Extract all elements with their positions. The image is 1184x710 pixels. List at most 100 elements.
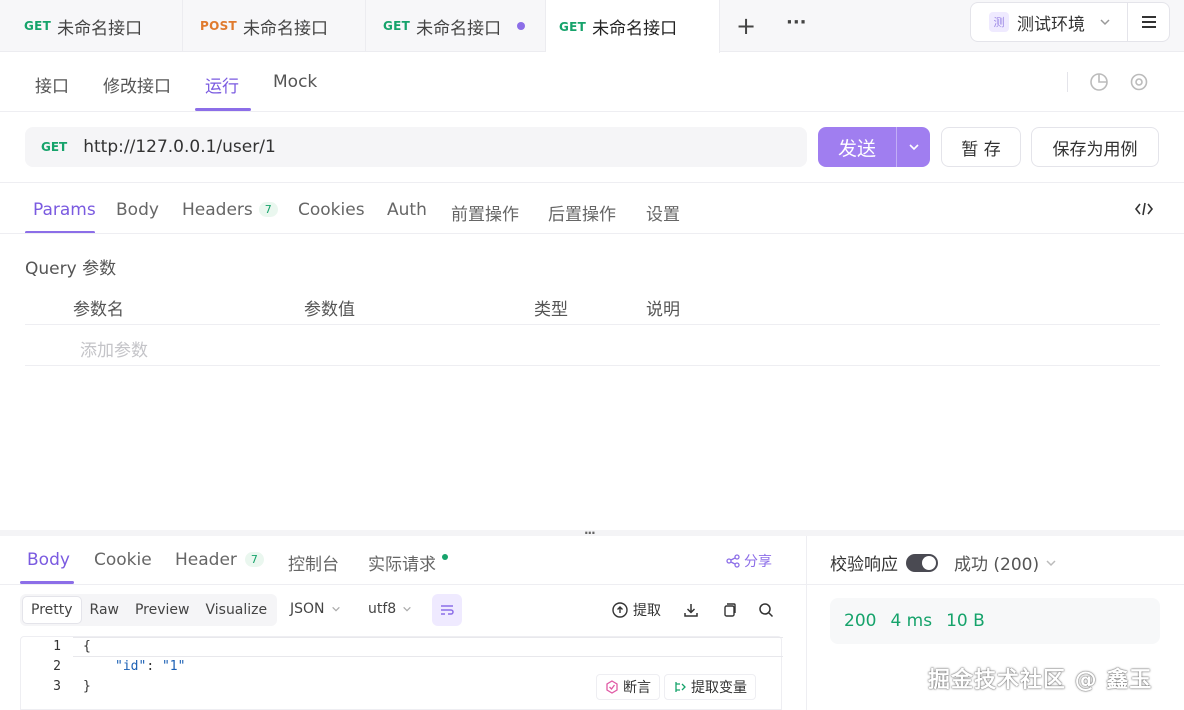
status-label: 成功 (200)	[954, 555, 1040, 575]
validate-label: 校验响应	[830, 555, 898, 575]
response-tab-console[interactable]: 控制台	[288, 550, 339, 575]
language-select[interactable]: JSON	[290, 601, 341, 617]
share-label: 分享	[744, 554, 772, 570]
new-tab-button[interactable]: +	[736, 12, 756, 40]
request-tab-1[interactable]: GET 未命名接口	[0, 0, 183, 52]
chevron-down-icon	[1100, 19, 1110, 26]
extract-variable-button[interactable]: 提取变量	[664, 674, 756, 700]
format-pretty[interactable]: Pretty	[22, 596, 82, 624]
headers-count-badge: 7	[258, 202, 278, 217]
upload-circle-icon	[612, 602, 628, 618]
code-line: }	[83, 679, 91, 694]
assert-label: 断言	[623, 680, 651, 696]
method-label: GET	[383, 19, 411, 33]
tab-post-operations[interactable]: 后置操作	[548, 200, 616, 225]
method-label: POST	[200, 19, 238, 33]
divider	[0, 584, 806, 585]
download-icon	[684, 604, 698, 617]
response-tab-header[interactable]: Header 7	[175, 550, 264, 570]
response-status-select[interactable]: 成功 (200)	[954, 550, 1057, 575]
response-time: 4 ms	[890, 611, 933, 631]
url-method[interactable]: GET	[41, 140, 67, 154]
assert-button[interactable]: 断言	[596, 674, 660, 700]
method-label: GET	[559, 19, 587, 34]
response-header-count: 7	[244, 552, 264, 567]
assert-icon	[606, 680, 618, 694]
column-param-name: 参数名	[73, 300, 124, 320]
environment-name: 测试环境	[1017, 14, 1085, 35]
save-as-case-button[interactable]: 保存为用例	[1031, 127, 1159, 167]
encoding-select[interactable]: utf8	[368, 601, 412, 617]
json-value: "1"	[161, 659, 186, 674]
request-tab-title: 未命名接口	[243, 18, 329, 39]
response-tab-header-label: Header	[175, 550, 237, 570]
request-tab-4-active[interactable]: GET 未命名接口	[546, 0, 720, 53]
history-icon[interactable]	[1089, 72, 1109, 92]
table-divider	[25, 365, 1160, 366]
format-switch: Pretty Raw Preview Visualize	[20, 594, 278, 626]
toolbar-divider	[1067, 72, 1068, 92]
subtab-edit[interactable]: 修改接口	[103, 72, 171, 97]
download-button[interactable]	[681, 600, 701, 620]
format-raw[interactable]: Raw	[82, 596, 127, 624]
request-tab-3[interactable]: GET 未命名接口	[366, 0, 546, 52]
tab-params[interactable]: Params	[33, 200, 96, 220]
request-tab-2[interactable]: POST 未命名接口	[183, 0, 366, 52]
environment-select[interactable]: 测 测试环境	[970, 2, 1128, 42]
chevron-down-icon	[331, 606, 340, 612]
extract-label: 提取	[633, 603, 661, 619]
code-line: "id": "1"	[115, 659, 185, 674]
add-param-input[interactable]: 添加参数	[80, 336, 148, 361]
format-preview[interactable]: Preview	[127, 596, 198, 624]
validate-toggle[interactable]	[906, 553, 938, 572]
status-code: 200	[844, 611, 877, 631]
share-button[interactable]: 分享	[726, 551, 772, 571]
current-line-highlight	[73, 637, 783, 657]
validate-response: 校验响应	[830, 550, 938, 575]
request-tab-title: 未命名接口	[57, 18, 143, 39]
copy-button[interactable]	[719, 600, 739, 620]
line-number: 1	[53, 639, 61, 654]
query-params-title: Query 参数	[25, 259, 117, 279]
tab-auth[interactable]: Auth	[387, 200, 427, 220]
url-bar[interactable]: GET http://127.0.0.1/user/1	[25, 127, 807, 167]
panel-divider	[806, 536, 807, 710]
unsaved-dot	[517, 22, 526, 30]
watermark: 掘金技术社区 @ 鑫玉	[928, 668, 1153, 693]
word-wrap-button[interactable]	[432, 594, 462, 626]
code-icon[interactable]	[1134, 200, 1154, 218]
extract-button[interactable]: 提取	[612, 600, 661, 620]
send-dropdown[interactable]	[897, 141, 930, 153]
column-type: 类型	[534, 300, 568, 320]
table-divider	[25, 324, 1160, 325]
divider	[806, 584, 1184, 585]
subtab-run[interactable]: 运行	[205, 72, 239, 97]
request-tab-title: 未命名接口	[592, 19, 678, 39]
response-size: 10 B	[946, 611, 985, 631]
extract-variable-label: 提取变量	[691, 680, 747, 696]
json-separator: :	[146, 659, 162, 674]
search-button[interactable]	[756, 600, 776, 620]
more-tabs-button[interactable]: ···	[786, 12, 807, 33]
tab-headers[interactable]: Headers 7	[182, 200, 278, 220]
share-icon	[726, 554, 740, 568]
response-tab-body[interactable]: Body	[27, 550, 70, 570]
chevron-down-icon	[908, 144, 919, 151]
tab-cookies[interactable]: Cookies	[298, 200, 365, 220]
response-tab-cookie[interactable]: Cookie	[94, 550, 152, 570]
subtab-api[interactable]: 接口	[35, 72, 69, 97]
url-input[interactable]: http://127.0.0.1/user/1	[83, 137, 276, 157]
subtab-mock[interactable]: Mock	[273, 72, 317, 92]
response-stats: 200 4 ms 10 B	[830, 598, 1160, 644]
settings-icon[interactable]	[1129, 72, 1149, 92]
divider	[0, 182, 1184, 183]
tab-settings[interactable]: 设置	[646, 200, 680, 225]
save-temp-button[interactable]: 暂 存	[941, 127, 1021, 167]
menu-button[interactable]	[1128, 2, 1170, 42]
response-tab-actual-request[interactable]: 实际请求	[368, 550, 448, 575]
send-button[interactable]: 发送	[818, 127, 930, 167]
tab-body[interactable]: Body	[116, 200, 159, 220]
format-visualize[interactable]: Visualize	[197, 596, 275, 624]
resize-grip-icon[interactable]: ···	[584, 526, 596, 540]
tab-pre-operations[interactable]: 前置操作	[451, 200, 519, 225]
